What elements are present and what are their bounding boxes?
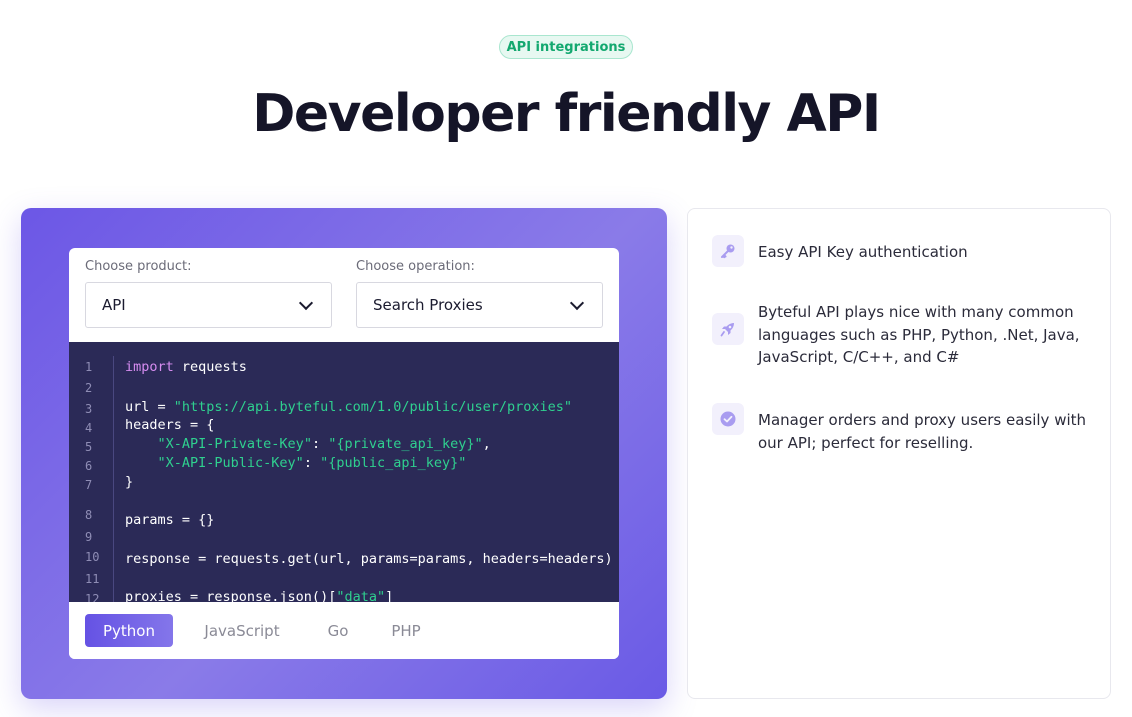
code-token: url = — [125, 399, 174, 415]
line-number: 9 — [85, 530, 93, 544]
code-line: "X-API-Public-Key": "{public_api_key}" — [125, 454, 467, 473]
code-token: params = {} — [125, 512, 215, 528]
product-select-value: API — [102, 296, 126, 314]
operation-select-label: Choose operation: — [356, 259, 475, 274]
code-token: } — [125, 474, 134, 490]
tab-php[interactable]: PHP — [377, 614, 435, 647]
code-line: "X-API-Private-Key": "{private_api_key}"… — [125, 435, 491, 454]
check-circle-icon — [712, 403, 744, 435]
section-badge: API integrations — [499, 35, 633, 59]
feature-text: Byteful API plays nice with many common … — [758, 303, 1080, 366]
line-number: 1 — [85, 360, 93, 374]
rocket-icon — [712, 313, 744, 345]
code-token: import — [125, 359, 174, 375]
tab-python[interactable]: Python — [85, 614, 173, 647]
code-token: proxies = response.json()[ — [125, 589, 337, 602]
line-number: 10 — [85, 550, 100, 564]
key-icon — [712, 235, 744, 267]
feature-text: Manager orders and proxy users easily wi… — [758, 411, 1087, 452]
code-token: "{public_api_key}" — [320, 455, 467, 471]
code-token: "X-API-Public-Key" — [157, 455, 304, 471]
gutter-divider — [113, 356, 114, 602]
code-token: "X-API-Private-Key" — [157, 436, 312, 452]
code-card: Choose product: API Choose operation: Se… — [69, 248, 619, 659]
line-number: 6 — [85, 459, 93, 473]
code-token: requests — [173, 359, 247, 375]
product-select[interactable]: API — [85, 282, 332, 328]
code-line: params = {} — [125, 511, 214, 530]
code-token: : — [311, 436, 329, 452]
code-token: "data" — [336, 589, 386, 602]
code-line: response = requests.get(url, params=para… — [125, 550, 613, 569]
line-number-gutter: 1 2 3 4 5 6 7 8 9 10 11 12 — [69, 342, 113, 602]
tab-javascript[interactable]: JavaScript — [186, 614, 298, 647]
code-line: } — [125, 473, 133, 492]
page-title: Developer friendly API — [252, 84, 881, 144]
product-select-label: Choose product: — [85, 259, 192, 274]
language-tabs: Python JavaScript Go PHP — [69, 602, 619, 659]
line-number: 8 — [85, 508, 93, 522]
code-editor[interactable]: 1 2 3 4 5 6 7 8 9 10 11 12 import requests url = "ht… — [69, 342, 619, 602]
code-token: response = requests.get(url, params=para… — [125, 551, 613, 567]
code-token: "https://api.byteful.com/1.0/public/user… — [173, 399, 573, 415]
tab-go[interactable]: Go — [313, 614, 363, 647]
code-token: ] — [385, 589, 394, 602]
code-example-panel: Choose product: API Choose operation: Se… — [21, 208, 667, 699]
line-number: 12 — [85, 592, 100, 602]
line-number: 4 — [85, 421, 93, 435]
features-panel: Easy API Key authentication Byteful API … — [687, 208, 1111, 699]
line-number: 3 — [85, 402, 93, 416]
code-token: , — [482, 436, 491, 452]
operation-select[interactable]: Search Proxies — [356, 282, 603, 328]
code-line: proxies = response.json()["data"] — [125, 588, 393, 602]
line-number: 5 — [85, 440, 93, 454]
line-number: 11 — [85, 572, 100, 586]
chevron-down-icon — [298, 295, 314, 310]
code-line: import requests — [125, 358, 247, 377]
feature-text: Easy API Key authentication — [758, 243, 968, 261]
chevron-down-icon — [569, 295, 585, 310]
code-token: : — [303, 455, 321, 471]
line-number: 2 — [85, 381, 93, 395]
operation-select-value: Search Proxies — [373, 296, 483, 314]
code-line: url = "https://api.byteful.com/1.0/publi… — [125, 398, 572, 417]
code-token: "{private_api_key}" — [328, 436, 483, 452]
code-line: headers = { — [125, 416, 214, 435]
line-number: 7 — [85, 478, 93, 492]
code-token: headers = { — [125, 417, 215, 433]
